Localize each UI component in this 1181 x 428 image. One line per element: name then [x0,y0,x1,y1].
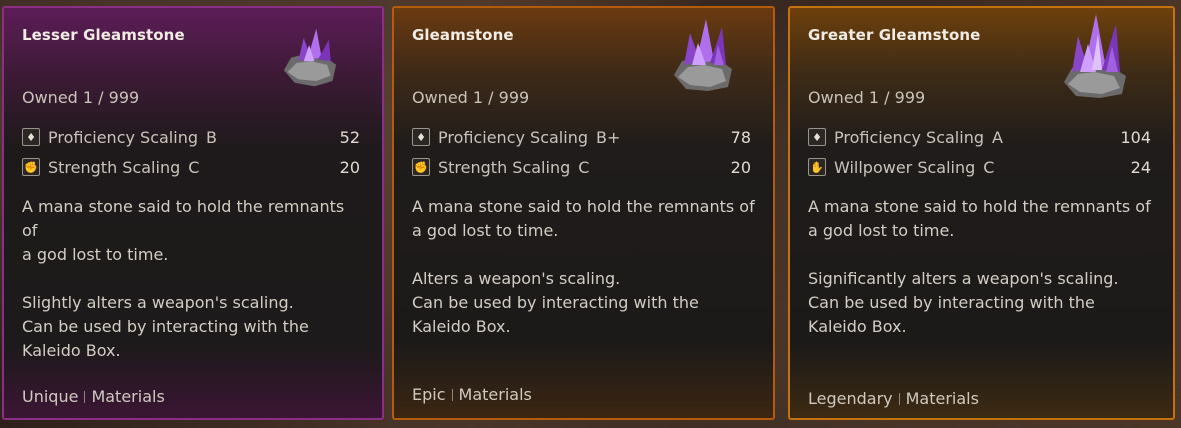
gleamstone-icon [283,28,337,87]
effect-line: Alters a weapon's scaling. [412,269,621,288]
description-line: A mana stone said to hold the remnants o… [22,197,345,240]
stat-name: Proficiency Scaling [438,127,588,147]
stat-row: ✋ Willpower Scaling C 24 [808,155,1151,179]
stat-name: Willpower Scaling [834,157,976,177]
gleamstone-icon [1064,14,1126,98]
effect-line: Slightly alters a weapon's scaling. [22,293,294,312]
stat-value: 104 [1120,127,1151,147]
stat-row: ✊ Strength Scaling C 20 [22,155,360,179]
stat-row: ♦ Proficiency Scaling B 52 [22,125,360,149]
proficiency-icon: ♦ [808,128,826,146]
item-footer: Epic Materials [412,385,532,404]
card-panel: Lesser Gleamstone Owned 1 / 999 ♦ Profic… [4,8,382,418]
proficiency-icon: ♦ [412,128,430,146]
item-card-lesser-gleamstone[interactable]: Lesser Gleamstone Owned 1 / 999 ♦ Profic… [2,6,384,420]
stat-value: 52 [339,127,360,147]
proficiency-icon: ♦ [22,128,40,146]
stat-grade: C [578,157,590,177]
effect-line: Kaleido Box. [808,317,907,336]
stat-value: 20 [339,157,360,177]
card-panel: Gleamstone Owned 1 / 999 ♦ Proficiency S… [394,8,773,418]
category-label: Materials [458,385,532,404]
stat-grade: B+ [595,127,621,147]
stat-name: Strength Scaling [48,157,181,177]
category-label: Materials [905,389,979,408]
owned-count: Owned 1 / 999 [808,88,926,107]
separator [451,388,453,401]
item-description: A mana stone said to hold the remnants o… [412,195,755,339]
rarity-label: Unique [22,387,79,406]
stat-name: Proficiency Scaling [48,127,198,147]
item-footer: Unique Materials [22,387,165,406]
item-description: A mana stone said to hold the remnants o… [22,195,364,363]
owned-count: Owned 1 / 999 [22,88,140,107]
strength-icon: ✊ [412,158,430,176]
effect-line: Can be used by interacting with the [412,293,699,312]
stat-value: 24 [1130,157,1151,177]
stat-grade: C [188,157,200,177]
stat-row: ♦ Proficiency Scaling A 104 [808,125,1151,149]
item-footer: Legendary Materials [808,389,979,408]
description-line: a god lost to time. [22,245,169,264]
stat-row: ♦ Proficiency Scaling B+ 78 [412,125,751,149]
card-panel: Greater Gleamstone Owned 1 / 999 ♦ Profi… [790,8,1173,418]
description-line: a god lost to time. [412,221,559,240]
item-title: Lesser Gleamstone [22,26,185,44]
willpower-icon: ✋ [808,158,826,176]
item-card-gleamstone[interactable]: Gleamstone Owned 1 / 999 ♦ Proficiency S… [392,6,775,420]
stat-value: 78 [730,127,751,147]
owned-count: Owned 1 / 999 [412,88,530,107]
stat-grade: A [991,127,1003,147]
item-title: Greater Gleamstone [808,26,981,44]
effect-line: Can be used by interacting with the [22,317,309,336]
item-description: A mana stone said to hold the remnants o… [808,195,1155,339]
strength-icon: ✊ [22,158,40,176]
item-card-greater-gleamstone[interactable]: Greater Gleamstone Owned 1 / 999 ♦ Profi… [788,6,1175,420]
stat-name: Strength Scaling [438,157,571,177]
effect-line: Can be used by interacting with the [808,293,1095,312]
rarity-label: Epic [412,385,446,404]
stat-name: Proficiency Scaling [834,127,984,147]
effect-line: Kaleido Box. [22,341,121,360]
description-line: A mana stone said to hold the remnants o… [412,197,755,216]
category-label: Materials [91,387,165,406]
gleamstone-icon [674,19,732,91]
effect-line: Significantly alters a weapon's scaling. [808,269,1119,288]
separator [84,390,86,403]
separator [898,392,900,405]
stat-grade: B [205,127,217,147]
description-line: a god lost to time. [808,221,955,240]
effect-line: Kaleido Box. [412,317,511,336]
stat-value: 20 [730,157,751,177]
description-line: A mana stone said to hold the remnants o… [808,197,1151,216]
rarity-label: Legendary [808,389,893,408]
stat-grade: C [983,157,995,177]
stat-row: ✊ Strength Scaling C 20 [412,155,751,179]
item-title: Gleamstone [412,26,514,44]
